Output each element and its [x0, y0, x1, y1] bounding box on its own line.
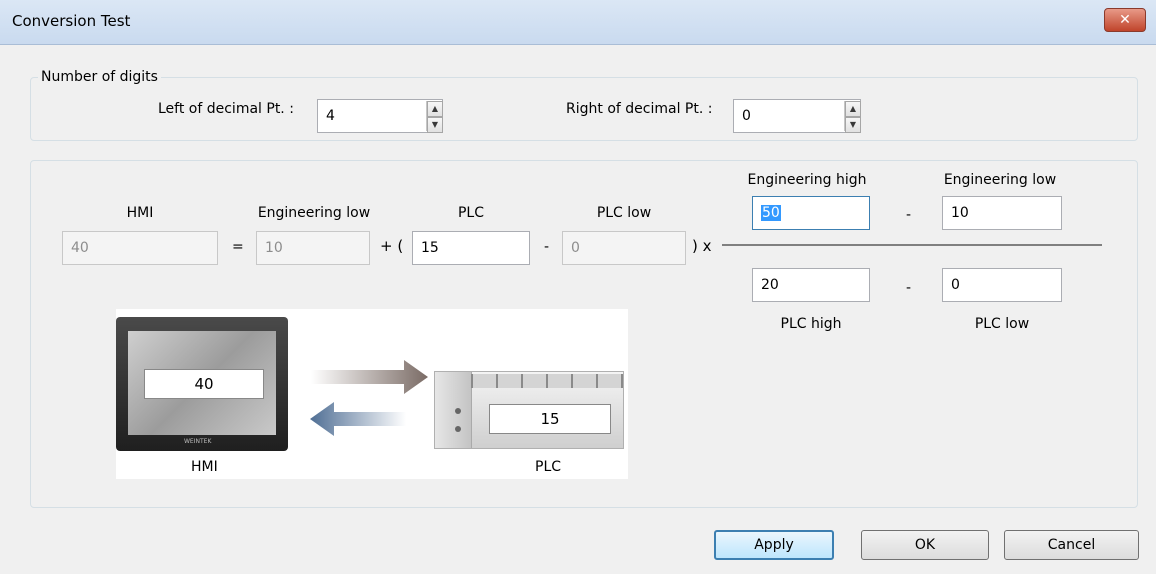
hmi-display-value: 40 [144, 369, 264, 399]
plc-low-field: 0 [562, 231, 686, 265]
plus-paren: + ( [380, 237, 404, 255]
brand-logo: WEINTEK [184, 438, 212, 445]
eng-high-label: Engineering high [747, 172, 867, 188]
left-decimal-spinner[interactable]: 4 ▲ ▼ [317, 99, 443, 133]
num-eng-low-input[interactable]: 10 [942, 196, 1062, 230]
den-plc-low-input[interactable]: 0 [942, 268, 1062, 302]
spin-up-icon[interactable]: ▲ [427, 101, 443, 117]
eng-low-header: Engineering low [257, 205, 371, 221]
plc-high-label: PLC high [780, 316, 842, 332]
spin-up-icon[interactable]: ▲ [845, 101, 861, 117]
ok-button[interactable]: OK [861, 530, 989, 560]
equals-sign: = [232, 239, 244, 255]
hmi-value-field: 40 [62, 231, 218, 265]
left-decimal-label: Left of decimal Pt. : [158, 101, 294, 117]
eng-high-input[interactable]: 50 [752, 196, 870, 230]
close-icon: ✕ [1119, 12, 1131, 28]
digits-legend: Number of digits [38, 69, 161, 85]
close-paren-times: ) x [692, 237, 712, 255]
hmi-header: HMI [126, 205, 154, 221]
eng-low-field: 10 [256, 231, 370, 265]
plc-display-value: 15 [489, 404, 611, 434]
minus-sign: - [544, 239, 550, 255]
numerator-minus: - [906, 207, 912, 223]
right-decimal-spinner[interactable]: 0 ▲ ▼ [733, 99, 861, 133]
hmi-caption: HMI [191, 459, 218, 475]
cancel-button[interactable]: Cancel [1004, 530, 1139, 560]
hmi-device-image: 40 WEINTEK [116, 317, 288, 451]
spin-down-icon[interactable]: ▼ [845, 117, 861, 133]
plc-device-image: 15 [434, 371, 624, 449]
right-decimal-value: 0 [742, 108, 751, 124]
left-decimal-spin-buttons[interactable]: ▲ ▼ [426, 101, 443, 133]
plc-high-input[interactable]: 20 [752, 268, 870, 302]
window-title: Conversion Test [12, 12, 131, 30]
fraction-line [722, 244, 1102, 246]
denominator-minus: - [906, 280, 912, 296]
title-bar: Conversion Test ✕ [0, 0, 1156, 45]
plc-input[interactable]: 15 [412, 231, 530, 265]
right-decimal-label: Right of decimal Pt. : [566, 101, 713, 117]
hmi-screen: 40 [128, 331, 276, 435]
left-decimal-value: 4 [326, 108, 335, 124]
hmi-plc-illustration: 40 WEINTEK 15 HMI PLC [116, 309, 628, 479]
arrows-icon [310, 360, 428, 436]
apply-button[interactable]: Apply [714, 530, 834, 560]
plc-header: PLC [457, 205, 485, 221]
den-plc-low-label: PLC low [974, 316, 1030, 332]
eng-high-value: 50 [761, 205, 781, 221]
plc-low-header: PLC low [596, 205, 652, 221]
spin-down-icon[interactable]: ▼ [427, 117, 443, 133]
plc-caption: PLC [535, 459, 562, 475]
close-button[interactable]: ✕ [1104, 8, 1146, 32]
num-eng-low-label: Engineering low [943, 172, 1057, 188]
right-decimal-spin-buttons[interactable]: ▲ ▼ [844, 101, 861, 133]
